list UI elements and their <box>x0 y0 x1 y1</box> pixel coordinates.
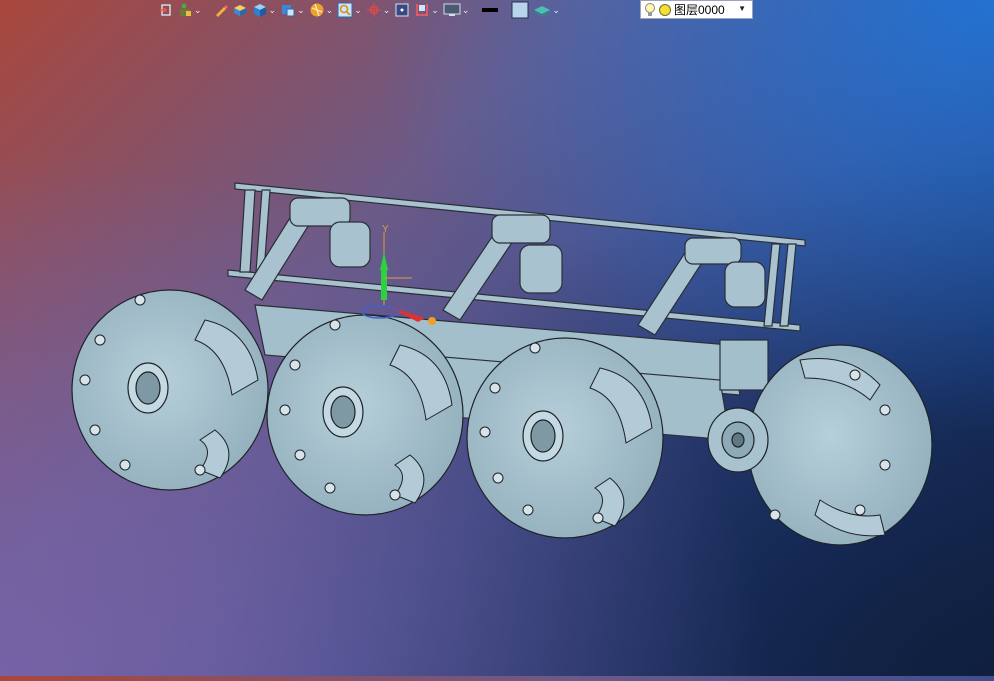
chevron-down-icon: ⌄ <box>325 4 334 15</box>
chevron-down-icon: ⌄ <box>297 4 305 15</box>
axis-y-label: Y <box>382 224 389 235</box>
dropdown-arrow-icon: ▼ <box>738 4 746 13</box>
cube-icon <box>253 4 266 17</box>
lightbulb-icon <box>645 2 655 16</box>
render-ball-icon <box>310 3 324 17</box>
motor-hub <box>707 407 769 473</box>
chevron-down-icon: ⌄ <box>431 4 439 15</box>
chevron-down-icon: ⌄ <box>461 4 470 15</box>
box-solid-button[interactable] <box>231 1 249 19</box>
display-monitor-button[interactable]: ⌄ <box>442 1 471 19</box>
view-cube-button[interactable]: ⌄ <box>279 1 306 19</box>
render-ball-button[interactable]: ⌄ <box>308 1 335 19</box>
snap-point-button[interactable]: ⌄ <box>365 1 392 19</box>
paint-figure-button[interactable]: ⌄ <box>176 1 203 19</box>
frame-icon <box>395 3 409 17</box>
cube-button[interactable]: ⌄ <box>251 1 278 19</box>
layer-stack-icon <box>534 6 551 17</box>
display-monitor-icon <box>443 3 461 16</box>
layer-name: 图层0000 <box>674 3 725 17</box>
chevron-down-icon: ⌄ <box>552 4 560 15</box>
line-color-swatch <box>482 8 499 12</box>
chevron-down-icon: ⌄ <box>194 4 202 15</box>
chevron-down-icon: ⌄ <box>382 4 391 15</box>
chevron-down-icon: ⌄ <box>354 4 362 15</box>
zoom-icon <box>337 2 353 18</box>
cad-viewport[interactable]: Y <box>0 20 994 676</box>
box-solid-icon <box>233 5 246 16</box>
paint-figure-icon <box>180 3 191 16</box>
layer-dropdown[interactable]: 图层0000 ▼ <box>640 0 753 19</box>
layer-stack-button[interactable]: ⌄ <box>532 1 561 19</box>
robot-chassis-model: Y <box>71 182 933 546</box>
frame-button[interactable] <box>393 1 411 19</box>
snap-point-icon <box>366 3 381 17</box>
import-button[interactable] <box>158 1 174 19</box>
fill-color-swatch <box>511 1 529 19</box>
line-color-button[interactable] <box>480 1 500 19</box>
pencil-icon <box>215 5 228 17</box>
layer-status-icon <box>659 3 671 16</box>
pencil-button[interactable] <box>213 1 229 19</box>
zoom-button[interactable]: ⌄ <box>336 1 363 19</box>
view-cube-icon <box>282 5 295 17</box>
chevron-down-icon: ⌄ <box>268 4 277 15</box>
import-icon <box>160 4 171 16</box>
dimension-button[interactable]: ⌄ <box>413 1 440 19</box>
top-toolbar: ⌄ ⌄ ⌄ ⌄ ⌄ ⌄ ⌄ ⌄ ⌄ <box>158 0 561 20</box>
dimension-icon <box>416 4 429 16</box>
axis-gizmo <box>361 232 436 325</box>
fill-color-button[interactable] <box>510 1 530 19</box>
